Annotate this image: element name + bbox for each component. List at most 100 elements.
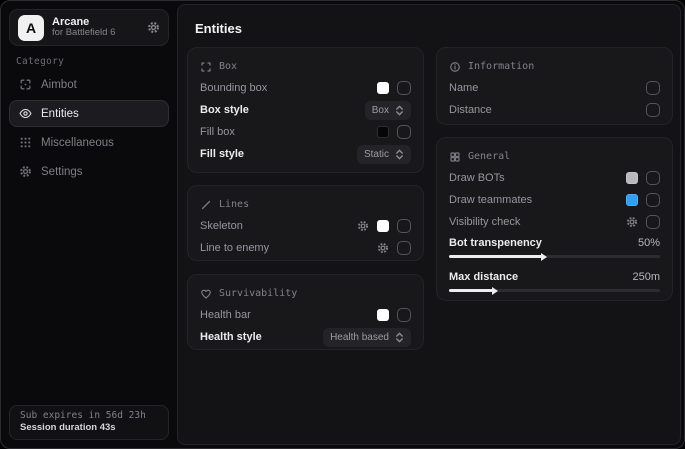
row-label: Draw teammates (449, 194, 532, 206)
row-label: Box style (200, 104, 249, 116)
sidebar-item-aimbot[interactable]: Aimbot (9, 71, 169, 98)
fill-style-dropdown[interactable]: Static (357, 145, 411, 164)
line-to-enemy-checkbox[interactable] (397, 241, 411, 255)
app-window: A Arcane for Battlefield 6 Category (0, 0, 685, 449)
survivability-card: Survivability Health bar Health style He… (187, 274, 424, 350)
sidebar-nav: Aimbot Entities (9, 71, 169, 185)
draw-teammates-checkbox[interactable] (646, 193, 660, 207)
bounding-box-color-swatch[interactable] (377, 82, 389, 94)
row-label: Fill style (200, 148, 244, 160)
fill-box-row: Fill box (200, 121, 411, 143)
unfold-icon (395, 332, 404, 343)
profile-gear-icon[interactable] (147, 21, 160, 34)
sub-expiry-text: Sub expires in 56d 23h (20, 410, 158, 421)
skeleton-row: Skeleton (200, 215, 411, 237)
row-label: Skeleton (200, 220, 243, 232)
health-bar-row: Health bar (200, 304, 411, 326)
row-label: Bounding box (200, 82, 267, 94)
sidebar: A Arcane for Battlefield 6 Category (1, 1, 177, 448)
visibility-check-checkbox[interactable] (646, 215, 660, 229)
information-card-header: Information (449, 56, 660, 77)
general-card: General Draw BOTs Draw teammates Visibil… (436, 137, 673, 301)
draw-bots-checkbox[interactable] (646, 171, 660, 185)
skeleton-color-swatch[interactable] (377, 220, 389, 232)
box-card: Box Bounding box Box style Box (187, 47, 424, 173)
health-bar-checkbox[interactable] (397, 308, 411, 322)
lines-card: Lines Skeleton Line to enemy (187, 185, 424, 261)
sidebar-item-miscellaneous[interactable]: Miscellaneous (9, 129, 169, 156)
distance-checkbox[interactable] (646, 103, 660, 117)
sidebar-item-settings[interactable]: Settings (9, 158, 169, 185)
box-card-header: Box (200, 56, 411, 77)
sidebar-item-label: Entities (41, 108, 79, 120)
crosshair-icon (19, 78, 32, 91)
bot-transparency-block: Bot transpenency 50% (449, 233, 660, 267)
sidebar-item-label: Miscellaneous (41, 137, 114, 149)
bot-transparency-value: 50% (638, 237, 660, 249)
grid-icon (449, 151, 461, 163)
session-duration-text: Session duration 43s (20, 422, 158, 433)
lines-card-header: Lines (200, 194, 411, 215)
card-title: General (468, 151, 510, 162)
name-checkbox[interactable] (646, 81, 660, 95)
card-title: Survivability (219, 288, 297, 299)
name-row: Name (449, 77, 660, 99)
max-distance-value: 250m (632, 271, 660, 283)
draw-teammates-row: Draw teammates (449, 189, 660, 211)
skeleton-settings-gear-icon[interactable] (357, 220, 369, 232)
profile-text: Arcane for Battlefield 6 (52, 16, 139, 40)
row-label: Line to enemy (200, 242, 269, 254)
app-subtitle: for Battlefield 6 (52, 28, 139, 39)
bounding-box-row: Bounding box (200, 77, 411, 99)
health-style-row: Health style Health based (200, 326, 411, 348)
diagonal-line-icon (200, 199, 212, 211)
bot-transparency-slider[interactable] (449, 255, 660, 258)
max-distance-slider[interactable] (449, 289, 660, 292)
sidebar-item-entities[interactable]: Entities (9, 100, 169, 127)
row-label: Health style (200, 331, 262, 343)
information-card: Information Name Distance (436, 47, 673, 125)
main-panel: Entities Box Bounding box (177, 4, 681, 445)
health-style-dropdown[interactable]: Health based (323, 328, 411, 347)
draw-bots-color-swatch[interactable] (626, 172, 638, 184)
row-label: Max distance (449, 271, 518, 283)
slider-fill (449, 289, 493, 292)
box-style-dropdown[interactable]: Box (365, 101, 411, 120)
line-to-enemy-row: Line to enemy (200, 237, 411, 259)
profile-card: A Arcane for Battlefield 6 (9, 9, 169, 46)
row-label: Health bar (200, 309, 251, 321)
grid-dots-icon (19, 136, 32, 149)
draw-teammates-color-swatch[interactable] (626, 194, 638, 206)
row-label: Bot transpenency (449, 237, 542, 249)
subscription-info-card: Sub expires in 56d 23h Session duration … (9, 405, 169, 440)
card-title: Information (468, 61, 534, 72)
row-label: Visibility check (449, 216, 520, 228)
fill-box-checkbox[interactable] (397, 125, 411, 139)
card-title: Box (219, 61, 237, 72)
visibility-check-settings-gear-icon[interactable] (626, 216, 638, 228)
gear-icon (19, 165, 32, 178)
visibility-check-row: Visibility check (449, 211, 660, 233)
row-label: Name (449, 82, 478, 94)
health-bar-color-swatch[interactable] (377, 309, 389, 321)
line-to-enemy-settings-gear-icon[interactable] (377, 242, 389, 254)
row-label: Draw BOTs (449, 172, 505, 184)
skeleton-checkbox[interactable] (397, 219, 411, 233)
dropdown-value: Static (364, 149, 389, 160)
category-label: Category (16, 56, 64, 67)
row-label: Fill box (200, 126, 235, 138)
eye-icon (19, 107, 32, 120)
row-label: Distance (449, 104, 492, 116)
survivability-card-header: Survivability (200, 283, 411, 304)
box-style-row: Box style Box (200, 99, 411, 121)
sidebar-item-label: Settings (41, 166, 83, 178)
bounding-box-checkbox[interactable] (397, 81, 411, 95)
dropdown-value: Health based (330, 332, 389, 343)
app-logo: A (18, 15, 44, 41)
fill-box-color-swatch[interactable] (377, 126, 389, 138)
card-title: Lines (219, 199, 249, 210)
distance-row: Distance (449, 99, 660, 121)
unfold-icon (395, 149, 404, 160)
fill-style-row: Fill style Static (200, 143, 411, 165)
slider-fill (449, 255, 542, 258)
